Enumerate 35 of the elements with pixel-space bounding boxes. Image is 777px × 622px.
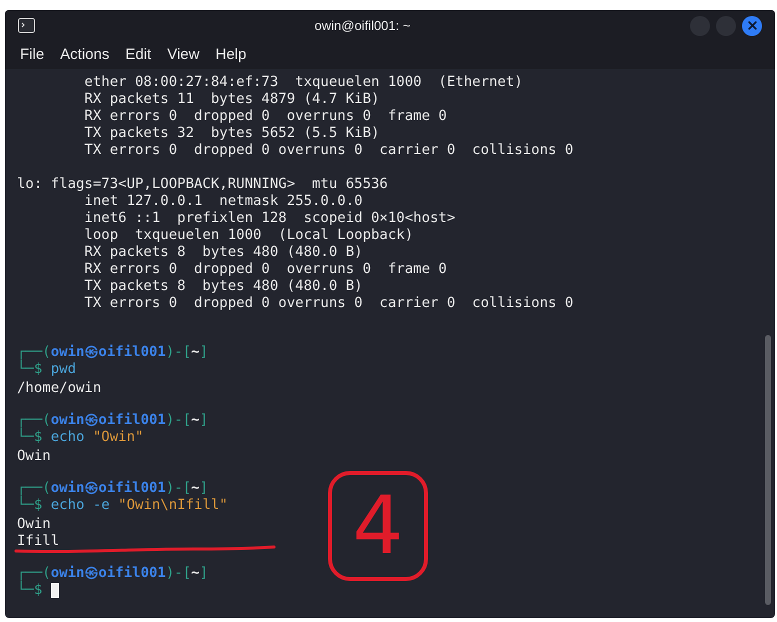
output-line: Owin <box>17 448 51 465</box>
output-line: TX errors 0 dropped 0 overruns 0 carrier 0 collisions 0 <box>83 142 574 159</box>
menu-item[interactable]: View <box>167 44 200 66</box>
output-line: lo: flags=73<UP,LOOPBACK,RUNNING> mtu 65536 <box>17 176 388 193</box>
menu-item[interactable]: Help <box>215 44 246 66</box>
command-line: └─$ echo -e "Owin\nIfill" <box>17 497 228 514</box>
output-line: /home/owin <box>17 380 102 397</box>
close-icon <box>746 19 758 32</box>
close-button[interactable] <box>742 16 762 36</box>
window-title: owin@oifil001: ~ <box>314 18 410 32</box>
menu-item[interactable]: Edit <box>125 44 152 66</box>
prompt-line: ┌──(owin㉿oifil001)-[~] <box>17 412 208 428</box>
output-line: RX packets 8 bytes 480 (480.0 B) <box>83 244 363 261</box>
command-line: └─$ <box>17 582 44 599</box>
prompt-line: ┌──(owin㉿oifil001)-[~] <box>17 344 208 360</box>
output-line: loop txqueuelen 1000 (Local Loopback) <box>83 227 414 244</box>
prompt-line: ┌──(owin㉿oifil001)-[~] <box>17 480 208 496</box>
menu-item[interactable]: Actions <box>60 44 110 66</box>
menu-item[interactable]: File <box>20 44 44 66</box>
output-line: Ifill <box>17 533 60 550</box>
output-line: TX packets 32 bytes 5652 (5.5 KiB) <box>83 125 380 142</box>
output-line: TX packets 8 bytes 480 (480.0 B) <box>83 278 363 295</box>
output-line: TX errors 0 dropped 0 overruns 0 carrier 0 collisions 0 <box>83 295 574 312</box>
output-line: inet 127.0.0.1 netmask 255.0.0.0 <box>83 193 363 210</box>
command-line: └─$ echo "Owin" <box>17 429 144 446</box>
terminal-icon <box>18 18 35 33</box>
output-line: Owin <box>17 516 51 533</box>
output-line: RX packets 11 bytes 4879 (4.7 KiB) <box>83 91 380 108</box>
output-line: ether 08:00:27:84:ef:73 txqueuelen 1000 (Ethernet) <box>83 74 523 91</box>
prompt-line: ┌──(owin㉿oifil001)-[~] <box>17 565 208 581</box>
output-line: RX errors 0 dropped 0 overruns 0 frame 0 <box>83 108 447 125</box>
handwritten-annotation: 4 <box>352 486 404 566</box>
command-line: └─$ pwd <box>17 361 76 378</box>
output-line: RX errors 0 dropped 0 overruns 0 frame 0 <box>83 261 447 278</box>
output-line: inet6 ::1 prefixlen 128 scopeid 0×10<host> <box>83 210 456 227</box>
